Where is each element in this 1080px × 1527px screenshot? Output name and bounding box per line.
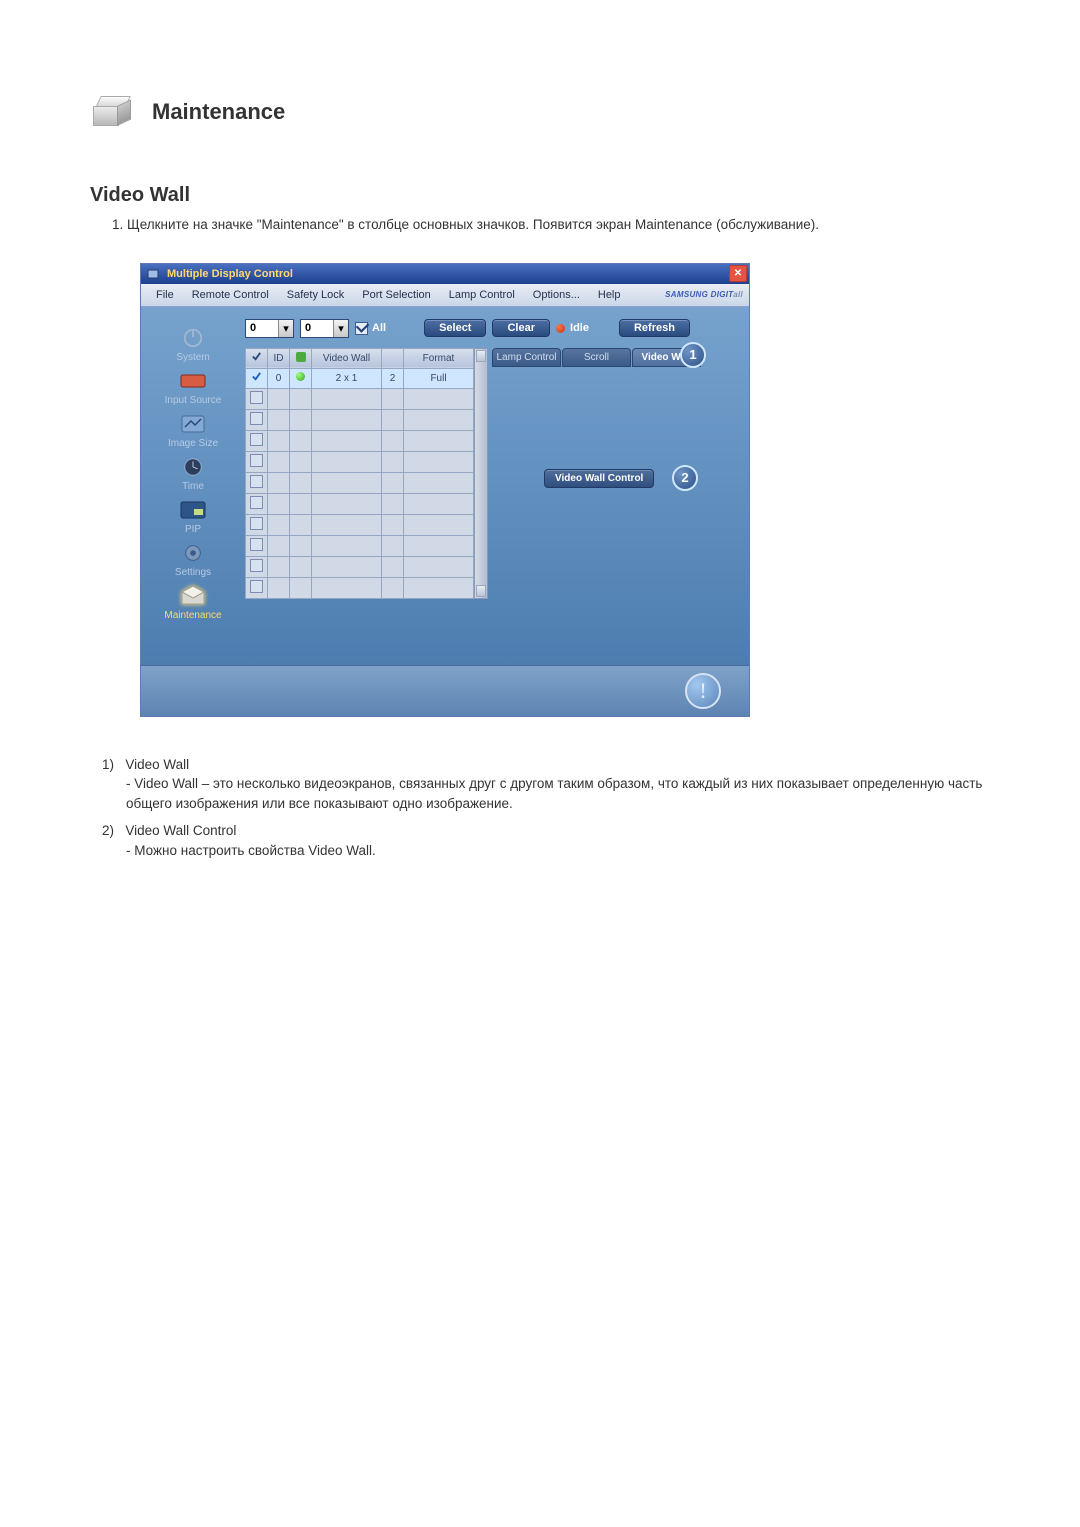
status-ok-icon xyxy=(296,372,305,381)
intro-text: Щелкните на значке "Maintenance" в столб… xyxy=(127,217,819,232)
app-icon xyxy=(147,268,159,280)
table-row[interactable] xyxy=(246,577,474,598)
input-icon xyxy=(180,372,206,390)
pip-icon xyxy=(180,501,206,519)
explain-2-number: 2) xyxy=(102,823,114,838)
status-bar: ! xyxy=(141,665,749,716)
maintenance-box-icon xyxy=(90,90,138,134)
refresh-button[interactable]: Refresh xyxy=(619,319,690,337)
table-row[interactable] xyxy=(246,451,474,472)
sidebar-item-system[interactable]: System xyxy=(149,325,237,363)
col-header-check[interactable] xyxy=(246,348,268,368)
window-title: Multiple Display Control xyxy=(167,268,293,280)
close-button[interactable]: ✕ xyxy=(729,265,747,282)
range-to-select[interactable]: 0 ▾ xyxy=(300,319,349,338)
video-wall-table: ID Video Wall Format 0 xyxy=(245,348,488,599)
video-wall-control-button[interactable]: Video Wall Control xyxy=(544,469,654,488)
sidebar-item-image-size[interactable]: Image Size xyxy=(149,411,237,449)
col-header-format[interactable]: Format xyxy=(404,348,474,368)
alert-icon: ! xyxy=(685,673,721,709)
sidebar-item-input-source[interactable]: Input Source xyxy=(149,368,237,406)
callout-1: 1 xyxy=(680,342,706,368)
explain-1-title: Video Wall xyxy=(125,757,189,772)
vertical-scrollbar[interactable] xyxy=(474,348,488,599)
callout-2: 2 xyxy=(672,465,698,491)
col-header-status[interactable] xyxy=(290,348,312,368)
menu-options[interactable]: Options... xyxy=(524,286,589,304)
table-row[interactable]: 0 2 x 1 2 Full xyxy=(246,368,474,388)
clock-icon xyxy=(182,456,204,478)
table-row[interactable] xyxy=(246,388,474,409)
menu-remote-control[interactable]: Remote Control xyxy=(183,286,278,304)
idle-indicator: Idle xyxy=(556,322,589,334)
range-from-select[interactable]: 0 ▾ xyxy=(245,319,294,338)
col-header-id[interactable]: ID xyxy=(268,348,290,368)
table-row[interactable] xyxy=(246,556,474,577)
sidebar-item-pip[interactable]: PIP xyxy=(149,497,237,535)
tab-scroll[interactable]: Scroll xyxy=(562,348,631,367)
status-header-icon xyxy=(295,351,307,363)
table-row[interactable] xyxy=(246,409,474,430)
tab-lamp-control[interactable]: Lamp Control xyxy=(492,348,561,367)
explain-1-number: 1) xyxy=(102,757,114,772)
explain-2-body: - Можно настроить свойства Video Wall. xyxy=(126,841,990,861)
gear-icon xyxy=(182,542,204,564)
maintenance-icon xyxy=(179,584,207,608)
table-row[interactable] xyxy=(246,493,474,514)
intro-number: 1. xyxy=(112,217,123,232)
all-checkbox[interactable]: All xyxy=(355,322,386,335)
image-size-icon xyxy=(181,415,205,433)
checkbox-icon xyxy=(355,322,368,335)
table-row[interactable] xyxy=(246,535,474,556)
menu-safety-lock[interactable]: Safety Lock xyxy=(278,286,353,304)
brand-logo: SAMSUNG DIGITall xyxy=(665,290,743,299)
explain-2-title: Video Wall Control xyxy=(125,823,236,838)
menubar: File Remote Control Safety Lock Port Sel… xyxy=(141,284,749,307)
sidebar-item-maintenance[interactable]: Maintenance xyxy=(149,583,237,621)
right-panel: Lamp Control Scroll Video Wall 1 Video W… xyxy=(492,348,702,599)
table-row[interactable] xyxy=(246,472,474,493)
explain-1-body: - Video Wall – это несколько видеоэкрано… xyxy=(126,774,990,813)
clear-button[interactable]: Clear xyxy=(492,319,550,337)
chevron-down-icon: ▾ xyxy=(278,320,293,337)
section-title: Video Wall xyxy=(90,184,990,207)
page-heading: Maintenance xyxy=(152,99,285,125)
select-button[interactable]: Select xyxy=(424,319,486,337)
power-icon xyxy=(182,327,204,349)
sidebar-item-settings[interactable]: Settings xyxy=(149,540,237,578)
col-header-blank[interactable] xyxy=(382,348,404,368)
table-row[interactable] xyxy=(246,514,474,535)
side-nav: System Input Source Image Size Time PIP xyxy=(149,319,237,659)
table-row[interactable] xyxy=(246,430,474,451)
menu-file[interactable]: File xyxy=(147,286,183,304)
titlebar: Multiple Display Control ✕ xyxy=(141,264,749,284)
status-dot-icon xyxy=(556,324,565,333)
menu-help[interactable]: Help xyxy=(589,286,630,304)
menu-lamp-control[interactable]: Lamp Control xyxy=(440,286,524,304)
sidebar-item-time[interactable]: Time xyxy=(149,454,237,492)
menu-port-selection[interactable]: Port Selection xyxy=(353,286,439,304)
chevron-down-icon: ▾ xyxy=(333,320,348,337)
mdc-app-window: Multiple Display Control ✕ File Remote C… xyxy=(140,263,750,717)
col-header-video-wall[interactable]: Video Wall xyxy=(312,348,382,368)
